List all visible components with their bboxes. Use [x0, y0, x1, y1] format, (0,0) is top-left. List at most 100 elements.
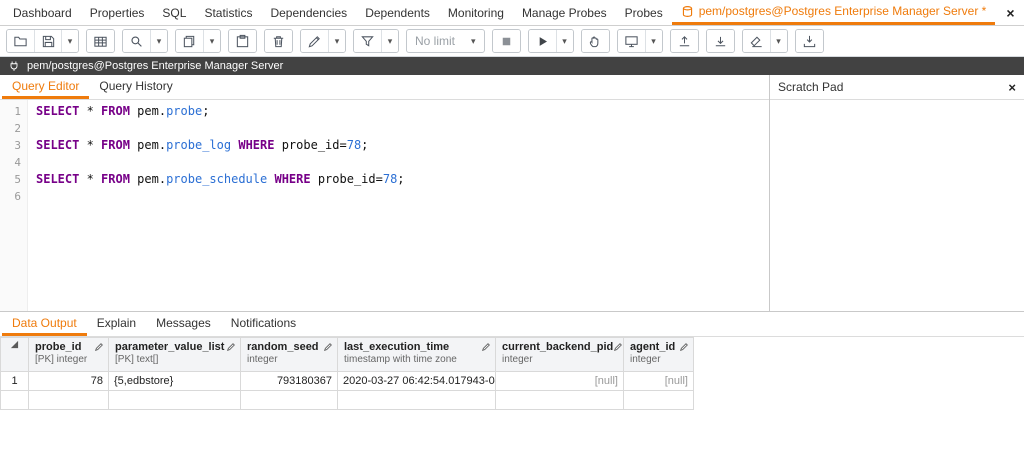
query-tool-tab[interactable]: pem/postgres@Postgres Enterprise Manager…: [672, 0, 996, 25]
copy-options-button[interactable]: ▾: [203, 30, 220, 52]
tab-data-output[interactable]: Data Output: [2, 312, 87, 336]
code-line[interactable]: SELECT * FROM pem.probe;: [36, 103, 769, 120]
execute-button[interactable]: [529, 30, 556, 52]
code-lines[interactable]: SELECT * FROM pem.probe; SELECT * FROM p…: [28, 100, 769, 311]
menu-item-sql[interactable]: SQL: [153, 0, 195, 25]
copy-group: ▾: [175, 29, 221, 53]
close-icon[interactable]: ×: [995, 0, 1024, 25]
display-button[interactable]: [618, 30, 645, 52]
paste-button[interactable]: [229, 30, 256, 52]
edit-column-icon[interactable]: [481, 342, 491, 352]
cell[interactable]: [109, 391, 241, 410]
rollback-button[interactable]: [707, 30, 734, 52]
column-header[interactable]: current_backend_pidinteger: [496, 338, 624, 372]
code-line[interactable]: [36, 154, 769, 171]
column-header[interactable]: parameter_value_list[PK] text[]: [109, 338, 241, 372]
clear-options-button[interactable]: ▾: [770, 30, 787, 52]
cell[interactable]: 793180367: [241, 372, 338, 391]
open-file-button[interactable]: [7, 30, 34, 52]
cell[interactable]: [29, 391, 109, 410]
cell[interactable]: 78: [29, 372, 109, 391]
edit-button[interactable]: [301, 30, 328, 52]
save-options-button[interactable]: ▾: [61, 30, 78, 52]
edit-column-icon[interactable]: [94, 342, 104, 352]
save-data-changes-button[interactable]: [87, 30, 114, 52]
copy-button[interactable]: [176, 30, 203, 52]
commit-button[interactable]: [671, 30, 698, 52]
commit-group: [670, 29, 699, 53]
chevron-down-icon: ▾: [157, 37, 162, 46]
menu-item-probes[interactable]: Probes: [616, 0, 672, 25]
chevron-down-icon: ▾: [651, 37, 656, 46]
code-line[interactable]: [36, 120, 769, 137]
row-filler: [694, 372, 1024, 391]
display-options-button[interactable]: ▾: [645, 30, 662, 52]
cell[interactable]: [241, 391, 338, 410]
edit-column-icon[interactable]: [323, 342, 333, 352]
column-type: [PK] text[]: [115, 354, 224, 365]
save-button[interactable]: [34, 30, 61, 52]
edit-options-button[interactable]: ▾: [328, 30, 345, 52]
code-line[interactable]: [36, 188, 769, 205]
find-options-button[interactable]: ▾: [150, 30, 167, 52]
menu-item-monitoring[interactable]: Monitoring: [439, 0, 513, 25]
column-header[interactable]: agent_idinteger: [624, 338, 694, 372]
row-number[interactable]: [1, 391, 29, 410]
tab-notifications[interactable]: Notifications: [221, 312, 306, 336]
cell[interactable]: [624, 391, 694, 410]
paste-icon: [235, 34, 250, 49]
scratch-pad-input[interactable]: [770, 100, 1024, 311]
monitor-icon: [624, 34, 639, 49]
edit-column-icon[interactable]: [613, 342, 623, 352]
database-icon: [681, 5, 694, 18]
menu-item-properties[interactable]: Properties: [81, 0, 154, 25]
stop-icon: [499, 34, 514, 49]
tab-query-history[interactable]: Query History: [89, 75, 182, 99]
cell[interactable]: {5,edbstore}: [109, 372, 241, 391]
row-number[interactable]: 1: [1, 372, 29, 391]
execute-options-button[interactable]: ▾: [556, 30, 573, 52]
cell[interactable]: [null]: [624, 372, 694, 391]
sql-editor[interactable]: 123456 SELECT * FROM pem.probe; SELECT *…: [0, 100, 769, 311]
menu-item-manage-probes[interactable]: Manage Probes: [513, 0, 616, 25]
chevron-down-icon: ▾: [68, 37, 73, 46]
download-csv-button[interactable]: [796, 30, 823, 52]
scratch-pad-close-icon[interactable]: ×: [1008, 80, 1016, 95]
filter-button[interactable]: [354, 30, 381, 52]
cell[interactable]: [null]: [496, 372, 624, 391]
edit-column-icon[interactable]: [226, 342, 236, 352]
code-line[interactable]: SELECT * FROM pem.probe_log WHERE probe_…: [36, 137, 769, 154]
menu-item-dependencies[interactable]: Dependencies: [261, 0, 356, 25]
column-header[interactable]: last_execution_timetimestamp with time z…: [338, 338, 496, 372]
edit-column-icon[interactable]: [679, 342, 689, 352]
cell[interactable]: 2020-03-27 06:42:54.017943-04: [338, 372, 496, 391]
hand-button[interactable]: [582, 30, 609, 52]
edit-group: ▾: [300, 29, 346, 53]
row-limit-select[interactable]: No limit ▾: [406, 29, 485, 53]
connection-icon: [8, 60, 20, 72]
column-header[interactable]: probe_id[PK] integer: [29, 338, 109, 372]
column-name: random_seed: [247, 341, 319, 353]
cell[interactable]: [338, 391, 496, 410]
column-header[interactable]: random_seedinteger: [241, 338, 338, 372]
cancel-query-button[interactable]: [493, 30, 520, 52]
column-type: integer: [502, 354, 613, 365]
clear-button[interactable]: [743, 30, 770, 52]
filter-options-button[interactable]: ▾: [381, 30, 398, 52]
filter-funnel-icon: [360, 34, 375, 49]
menu-item-dashboard[interactable]: Dashboard: [4, 0, 81, 25]
tab-query-editor[interactable]: Query Editor: [2, 75, 89, 99]
delete-row-button[interactable]: [265, 30, 292, 52]
tab-explain[interactable]: Explain: [87, 312, 146, 336]
column-type: timestamp with time zone: [344, 354, 457, 365]
hand-icon: [588, 34, 603, 49]
display-group: ▾: [617, 29, 663, 53]
row-limit-value: No limit: [415, 34, 455, 48]
grid-corner[interactable]: [1, 338, 29, 372]
menu-item-statistics[interactable]: Statistics: [195, 0, 261, 25]
menu-item-dependents[interactable]: Dependents: [356, 0, 439, 25]
cell[interactable]: [496, 391, 624, 410]
find-button[interactable]: [123, 30, 150, 52]
tab-messages[interactable]: Messages: [146, 312, 221, 336]
code-line[interactable]: SELECT * FROM pem.probe_schedule WHERE p…: [36, 171, 769, 188]
